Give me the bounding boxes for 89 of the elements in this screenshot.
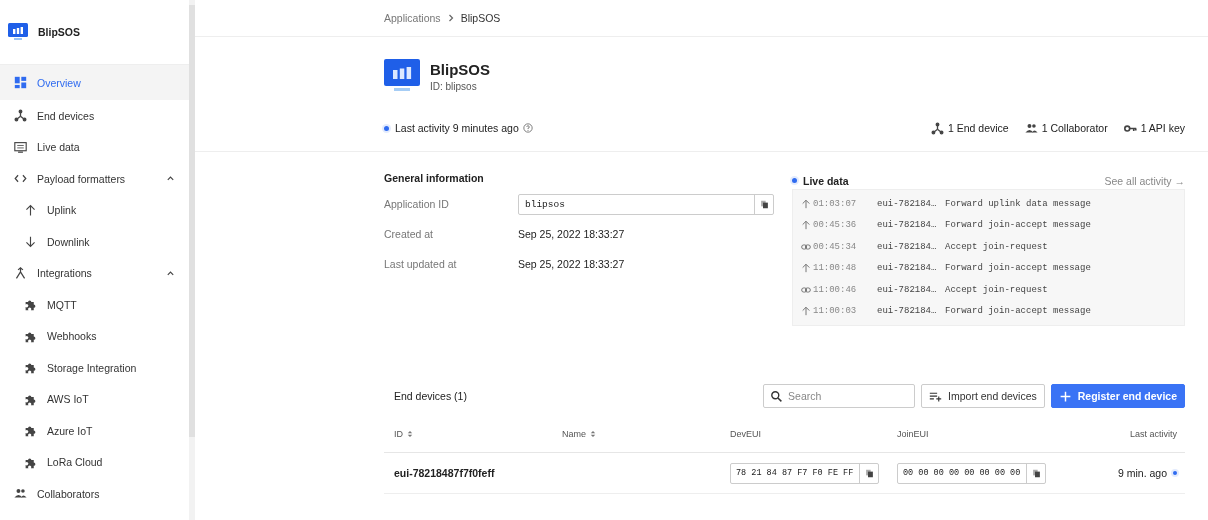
app-title: BlipSOS	[430, 61, 490, 78]
breadcrumb-item: BlipSOS	[460, 12, 501, 24]
event-device: eui-782184…	[877, 306, 938, 317]
deveui-field[interactable]: 78 21 84 87 F7 F0 FE FF	[730, 462, 879, 484]
nav-subitem[interactable]: Uplink	[0, 194, 189, 226]
event-message: Forward join-accept message	[945, 263, 1091, 274]
nav-item[interactable]: Integrations	[0, 257, 189, 289]
nodes-icon	[930, 121, 944, 135]
app-name: BlipSOS	[38, 26, 80, 38]
nav-item[interactable]: Live data	[0, 131, 189, 163]
column-header[interactable]: ID	[394, 429, 562, 439]
event-message: Forward join-accept message	[945, 220, 1091, 231]
event-device: eui-782184…	[877, 220, 938, 231]
nav-item[interactable]: Collaborators	[0, 478, 189, 510]
nodes-icon	[14, 109, 27, 123]
sort-icon	[590, 430, 596, 438]
people-icon	[1024, 121, 1038, 135]
event-device: eui-782184…	[877, 284, 938, 295]
joineui-field[interactable]: 00 00 00 00 00 00 00 00	[897, 462, 1046, 484]
app-id: ID: blipsos	[430, 81, 478, 92]
section-title: General information	[384, 172, 485, 186]
puzzle-icon	[24, 424, 37, 438]
status-dot	[384, 125, 389, 131]
chevron-right-icon	[446, 14, 455, 22]
puzzle-icon	[24, 298, 37, 312]
event-message: Accept join-request	[945, 241, 1048, 252]
field-label: Application ID	[384, 198, 450, 210]
nav-item[interactable]: End devices	[0, 100, 189, 132]
nav-item[interactable]: Overview	[0, 65, 189, 100]
arrow-up-icon	[24, 203, 37, 217]
event-device: eui-782184…	[877, 263, 938, 274]
breadcrumb-item[interactable]: Applications	[384, 12, 441, 24]
register-button[interactable]: Register end device	[1050, 384, 1185, 408]
stat-link[interactable]: 1 API key	[1140, 122, 1185, 134]
arrow-down-icon	[24, 235, 37, 249]
event-message: Forward join-accept message	[945, 306, 1091, 317]
copy-icon	[759, 199, 769, 209]
scrollbar-thumb[interactable]	[189, 5, 195, 437]
puzzle-icon	[24, 361, 37, 375]
field-label: Created at	[384, 228, 435, 240]
field-label: Last updated at	[384, 258, 458, 270]
nav-subitem[interactable]: AWS IoT	[0, 383, 189, 415]
nav-subitem[interactable]: LoRa Cloud	[0, 446, 189, 478]
nav-subitem[interactable]: Webhooks	[0, 320, 189, 352]
event-time: 11:00:46	[813, 284, 858, 295]
search-field[interactable]: Search	[763, 384, 916, 408]
application-id-field[interactable]: blipsos	[518, 193, 774, 215]
event-time: 00:45:34	[813, 241, 858, 252]
last-activity: 9 min. ago	[1117, 467, 1167, 479]
copy-icon	[864, 468, 874, 478]
section-title: Live data	[803, 174, 849, 187]
sort-icon	[407, 430, 413, 438]
column-header[interactable]: Name	[562, 429, 730, 439]
field-value: Sep 25, 2022 18:33:27	[518, 228, 625, 240]
event-time: 11:00:03	[813, 306, 858, 317]
see-all-link[interactable]: See all activity →	[1104, 174, 1185, 187]
nav-item[interactable]: Payload formatters	[0, 163, 189, 195]
event-message: Forward uplink data message	[945, 198, 1091, 209]
people-icon	[14, 487, 27, 501]
chevron-icon[interactable]	[166, 268, 175, 278]
plus-icon	[1058, 389, 1072, 403]
nav-subitem[interactable]: Azure IoT	[0, 415, 189, 447]
device-id[interactable]: eui-78218487f7f0feff	[394, 467, 562, 479]
status-dot	[792, 178, 797, 183]
stat-link[interactable]: 1 Collaborator	[1041, 122, 1108, 134]
table-title: End devices (1)	[394, 390, 467, 402]
app-logo-icon	[8, 23, 28, 41]
last-activity: Last activity 9 minutes ago	[395, 122, 519, 134]
import-button[interactable]: Import end devices	[921, 384, 1045, 408]
nav-subitem[interactable]: Storage Integration	[0, 352, 189, 384]
event-time: 00:45:36	[813, 220, 858, 231]
nav-subitem[interactable]: Downlink	[0, 226, 189, 258]
stat-link[interactable]: 1 End device	[947, 122, 1009, 134]
event-time: 01:03:07	[813, 198, 858, 209]
nav-subitem[interactable]: MQTT	[0, 289, 189, 321]
merge-icon	[14, 266, 27, 280]
column-header[interactable]: DevEUI	[730, 429, 897, 439]
copy-icon	[1031, 468, 1041, 478]
column-header[interactable]: JoinEUI	[897, 429, 1064, 439]
field-value: Sep 25, 2022 18:33:27	[518, 258, 625, 270]
column-header[interactable]: Last activity	[1064, 429, 1177, 439]
search-icon	[770, 390, 784, 403]
monitor-icon	[14, 140, 27, 154]
event-device: eui-782184…	[877, 198, 938, 209]
app-logo-icon	[384, 59, 420, 93]
dashboard-icon	[14, 76, 27, 89]
event-message: Accept join-request	[945, 284, 1048, 295]
event-device: eui-782184…	[877, 241, 938, 252]
event-time: 11:00:48	[813, 263, 858, 274]
